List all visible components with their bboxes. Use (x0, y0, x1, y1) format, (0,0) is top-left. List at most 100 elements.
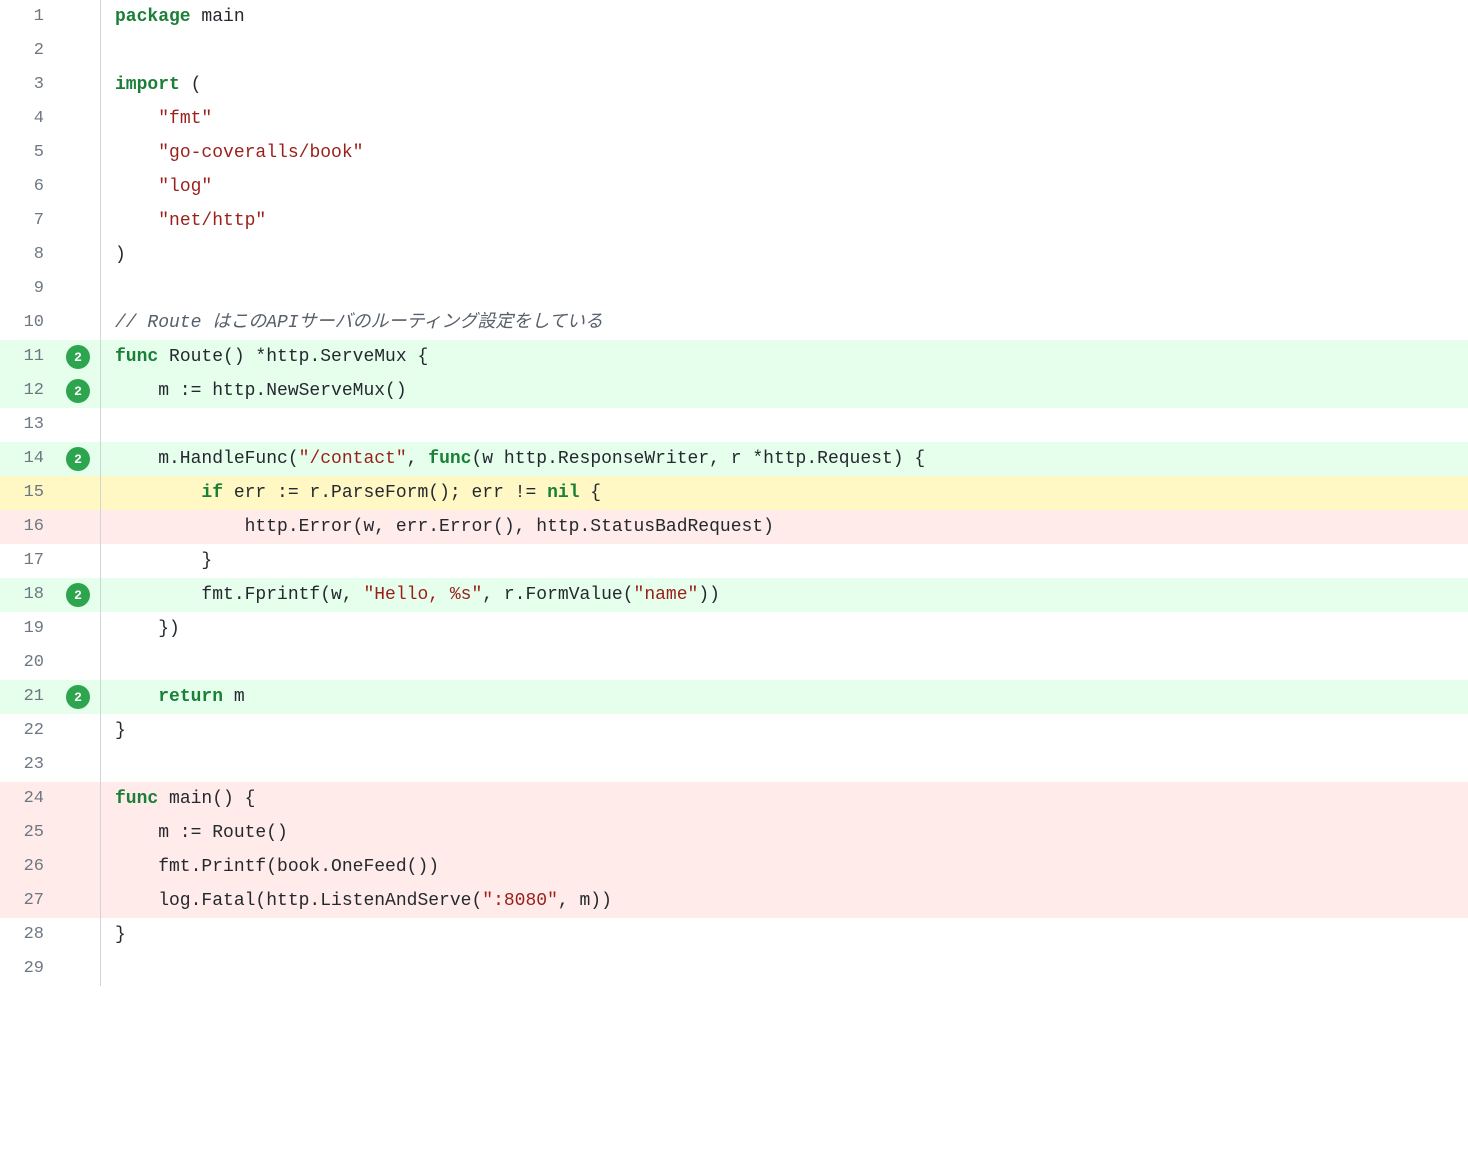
line-number: 13 (0, 408, 56, 442)
line-number: 2 (0, 34, 56, 68)
code-line[interactable]: 2 (0, 34, 1468, 68)
hit-count-column (56, 850, 100, 884)
token-txt: (w http.ResponseWriter, r *http.Request)… (472, 449, 926, 469)
line-number: 1 (0, 0, 56, 34)
line-number: 26 (0, 850, 56, 884)
hit-count-column (56, 68, 100, 102)
code-line[interactable]: 28} (0, 918, 1468, 952)
token-txt: , (407, 449, 429, 469)
code-line[interactable]: 16 http.Error(w, err.Error(), http.Statu… (0, 510, 1468, 544)
line-number: 12 (0, 374, 56, 408)
code-content: "go-coveralls/book" (101, 136, 1468, 170)
code-content (101, 952, 1468, 986)
line-number: 27 (0, 884, 56, 918)
hit-count-column (56, 238, 100, 272)
code-line[interactable]: 3import ( (0, 68, 1468, 102)
line-number: 3 (0, 68, 56, 102)
token-kw: func (115, 347, 158, 367)
token-str: "log" (158, 177, 212, 197)
code-content (101, 34, 1468, 68)
code-line[interactable]: 25 m := Route() (0, 816, 1468, 850)
token-str: "net/http" (158, 211, 266, 231)
line-number: 22 (0, 714, 56, 748)
code-content: func main() { (101, 782, 1468, 816)
code-line[interactable]: 23 (0, 748, 1468, 782)
line-number: 9 (0, 272, 56, 306)
code-line[interactable]: 17 } (0, 544, 1468, 578)
hit-count-column (56, 782, 100, 816)
token-txt: http.Error(w, err.Error(), http.StatusBa… (115, 517, 774, 537)
line-number: 5 (0, 136, 56, 170)
hit-count-column (56, 544, 100, 578)
token-txt: err := r.ParseForm(); err != (223, 483, 547, 503)
token-str: "go-coveralls/book" (158, 143, 363, 163)
token-str: ":8080" (482, 891, 558, 911)
hit-count-column (56, 170, 100, 204)
line-number: 16 (0, 510, 56, 544)
token-kw: package (115, 7, 191, 27)
code-line[interactable]: 4 "fmt" (0, 102, 1468, 136)
code-line[interactable]: 212 return m (0, 680, 1468, 714)
code-line[interactable]: 112func Route() *http.ServeMux { (0, 340, 1468, 374)
token-cmt: // Route はこのAPIサーバのルーティング設定をしている (115, 313, 603, 333)
code-line[interactable]: 122 m := http.NewServeMux() (0, 374, 1468, 408)
token-kw: func (115, 789, 158, 809)
code-content: package main (101, 0, 1468, 34)
hit-count-column (56, 34, 100, 68)
hit-count-badge: 2 (66, 583, 90, 607)
code-line[interactable]: 29 (0, 952, 1468, 986)
code-content: fmt.Printf(book.OneFeed()) (101, 850, 1468, 884)
hit-count-column: 2 (56, 442, 100, 476)
code-line[interactable]: 9 (0, 272, 1468, 306)
token-kw: if (201, 483, 223, 503)
hit-count-column: 2 (56, 374, 100, 408)
token-txt (115, 687, 158, 707)
line-number: 14 (0, 442, 56, 476)
hit-count-column (56, 952, 100, 986)
code-line[interactable]: 27 log.Fatal(http.ListenAndServe(":8080"… (0, 884, 1468, 918)
code-line[interactable]: 20 (0, 646, 1468, 680)
line-number: 4 (0, 102, 56, 136)
token-txt: m := Route() (115, 823, 288, 843)
code-content: ) (101, 238, 1468, 272)
hit-count-badge: 2 (66, 685, 90, 709)
token-txt: m := http.NewServeMux() (115, 381, 407, 401)
hit-count-column (56, 918, 100, 952)
line-number: 29 (0, 952, 56, 986)
code-line[interactable]: 6 "log" (0, 170, 1468, 204)
code-line[interactable]: 10// Route はこのAPIサーバのルーティング設定をしている (0, 306, 1468, 340)
code-line[interactable]: 15 if err := r.ParseForm(); err != nil { (0, 476, 1468, 510)
token-kw: func (428, 449, 471, 469)
code-line[interactable]: 142 m.HandleFunc("/contact", func(w http… (0, 442, 1468, 476)
token-txt: } (115, 721, 126, 741)
code-line[interactable]: 5 "go-coveralls/book" (0, 136, 1468, 170)
coverage-viewer: 1package main23import (4 "fmt"5 "go-cove… (0, 0, 1468, 986)
code-line[interactable]: 1 package main (0, 0, 1468, 34)
code-line[interactable]: 22} (0, 714, 1468, 748)
code-line[interactable]: 8) (0, 238, 1468, 272)
hit-count-column (56, 884, 100, 918)
code-line[interactable]: 19 }) (0, 612, 1468, 646)
code-line[interactable]: 182 fmt.Fprintf(w, "Hello, %s", r.FormVa… (0, 578, 1468, 612)
token-txt: ( (180, 75, 202, 95)
code-content: if err := r.ParseForm(); err != nil { (101, 476, 1468, 510)
code-line[interactable]: 7 "net/http" (0, 204, 1468, 238)
line-number: 15 (0, 476, 56, 510)
code-line[interactable]: 26 fmt.Printf(book.OneFeed()) (0, 850, 1468, 884)
line-number: 28 (0, 918, 56, 952)
hit-count-column: 2 (56, 680, 100, 714)
token-str: "Hello, %s" (363, 585, 482, 605)
line-number: 17 (0, 544, 56, 578)
line-number: 19 (0, 612, 56, 646)
code-content: } (101, 544, 1468, 578)
token-str: "name" (634, 585, 699, 605)
line-number: 8 (0, 238, 56, 272)
hit-count-column (56, 816, 100, 850)
code-content (101, 408, 1468, 442)
hit-count-column (56, 510, 100, 544)
hit-count-column (56, 136, 100, 170)
token-txt (115, 143, 158, 163)
code-line[interactable]: 13 (0, 408, 1468, 442)
code-line[interactable]: 24func main() { (0, 782, 1468, 816)
token-txt: Route() *http.ServeMux { (158, 347, 428, 367)
